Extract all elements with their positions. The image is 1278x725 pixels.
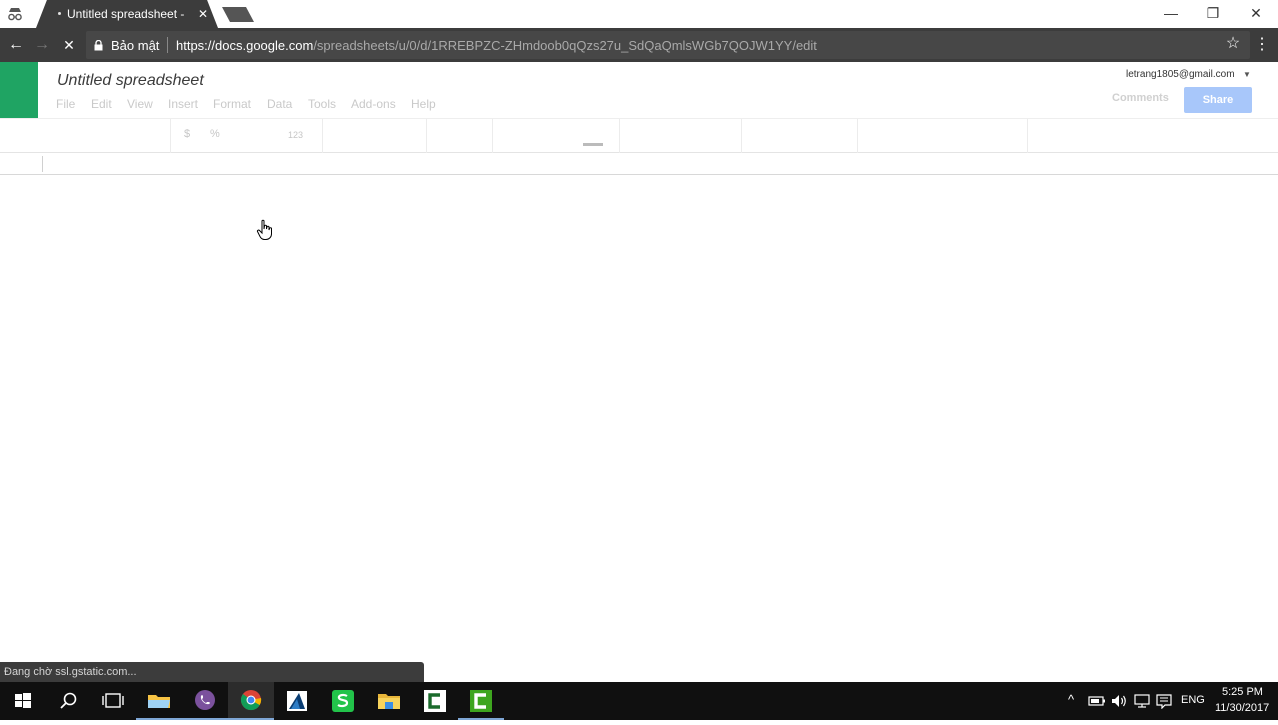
loading-placeholder (583, 143, 603, 146)
browser-title-bar: Untitled spreadsheet - G ✕ — ❐ ✕ (0, 0, 1278, 28)
menu-format[interactable]: Format (213, 97, 251, 111)
toolbar-divider (619, 119, 620, 153)
task-view-icon[interactable] (90, 682, 136, 720)
share-button[interactable]: Share (1184, 87, 1252, 113)
toolbar-divider (170, 119, 171, 153)
notifications-icon[interactable] (1156, 693, 1172, 709)
volume-icon[interactable] (1110, 693, 1128, 709)
tab-close-icon[interactable]: ✕ (197, 7, 209, 21)
camtasia-recorder-icon[interactable] (458, 682, 504, 720)
menu-help[interactable]: Help (411, 97, 436, 111)
status-text: Đang chờ ssl.gstatic.com... (4, 666, 137, 678)
menu-edit[interactable]: Edit (91, 97, 112, 111)
address-divider (167, 37, 168, 53)
menu-data[interactable]: Data (267, 97, 292, 111)
restore-button[interactable]: ❐ (1203, 4, 1223, 22)
bookmark-star-icon[interactable]: ☆ (1224, 35, 1242, 53)
stop-loading-button[interactable]: ✕ (59, 35, 79, 55)
new-tab-button[interactable] (222, 7, 254, 22)
url-text[interactable]: https://docs.google.com/spreadsheets/u/0… (176, 38, 817, 53)
tray-overflow-icon[interactable]: ^ (1068, 692, 1074, 707)
sheets-green-icon[interactable] (320, 682, 366, 720)
tab-loading-indicator (58, 12, 61, 15)
formatting-toolbar: $ % 123 (0, 118, 1278, 153)
back-button[interactable]: ← (6, 35, 26, 55)
windows-taskbar: ^ ENG 5:25 PM 11/30/2017 (0, 682, 1278, 720)
clock-time[interactable]: 5:25 PM (1222, 686, 1263, 698)
clock-date[interactable]: 11/30/2017 (1215, 702, 1269, 714)
currency-format-button[interactable]: $ (184, 128, 190, 140)
toolbar-divider (426, 119, 427, 153)
start-icon[interactable] (0, 682, 46, 720)
search-icon[interactable] (46, 682, 92, 720)
folder-icon[interactable] (366, 682, 412, 720)
lock-icon (94, 40, 103, 51)
network-icon[interactable] (1133, 693, 1151, 709)
document-title[interactable]: Untitled spreadsheet (57, 72, 204, 90)
toolbar-divider (1027, 119, 1028, 153)
url-host: https://docs.google.com (176, 38, 314, 53)
app-icon[interactable] (274, 682, 320, 720)
account-email[interactable]: letrang1805@gmail.com (1126, 69, 1235, 80)
camtasia-icon[interactable] (412, 682, 458, 720)
more-formats-button[interactable]: 123 (288, 130, 303, 140)
minimize-button[interactable]: — (1161, 4, 1181, 22)
browser-menu-icon[interactable]: ⋮ (1254, 35, 1270, 55)
menu-view[interactable]: View (127, 97, 153, 111)
file-explorer-icon[interactable] (136, 682, 182, 720)
formula-divider (42, 156, 43, 172)
formula-bar[interactable] (0, 153, 1278, 175)
toolbar-divider (492, 119, 493, 153)
toolbar-divider (857, 119, 858, 153)
menu-insert[interactable]: Insert (168, 97, 198, 111)
viber-icon[interactable] (182, 682, 228, 720)
incognito-icon (8, 8, 22, 21)
url-path: /spreadsheets/u/0/d/1RREBPZC-ZHmdoob0qQz… (313, 38, 817, 53)
close-window-button[interactable]: ✕ (1246, 4, 1266, 22)
toolbar-divider (741, 119, 742, 153)
browser-toolbar: ← → ✕ Bảo mật https://docs.google.com/sp… (0, 28, 1278, 62)
comments-button[interactable]: Comments (1112, 92, 1169, 104)
sheet-content-area[interactable] (0, 176, 1278, 662)
chrome-icon[interactable] (228, 682, 274, 720)
forward-button[interactable]: → (32, 35, 52, 55)
sheets-logo[interactable] (0, 62, 38, 118)
tab-title[interactable]: Untitled spreadsheet - G (67, 7, 187, 22)
hand-pointer-icon (256, 219, 272, 240)
account-dropdown-icon[interactable]: ▼ (1243, 70, 1253, 80)
menu-tools[interactable]: Tools (308, 97, 336, 111)
menu-add-ons[interactable]: Add-ons (351, 97, 396, 111)
status-bubble: Đang chờ ssl.gstatic.com... (0, 662, 424, 682)
menu-file[interactable]: File (56, 97, 75, 111)
battery-icon[interactable] (1088, 694, 1106, 708)
address-bar[interactable]: Bảo mật https://docs.google.com/spreadsh… (86, 31, 1250, 59)
language-indicator[interactable]: ENG (1181, 694, 1205, 706)
security-label[interactable]: Bảo mật (111, 38, 159, 53)
toolbar-divider (322, 119, 323, 153)
percent-format-button[interactable]: % (210, 128, 220, 140)
